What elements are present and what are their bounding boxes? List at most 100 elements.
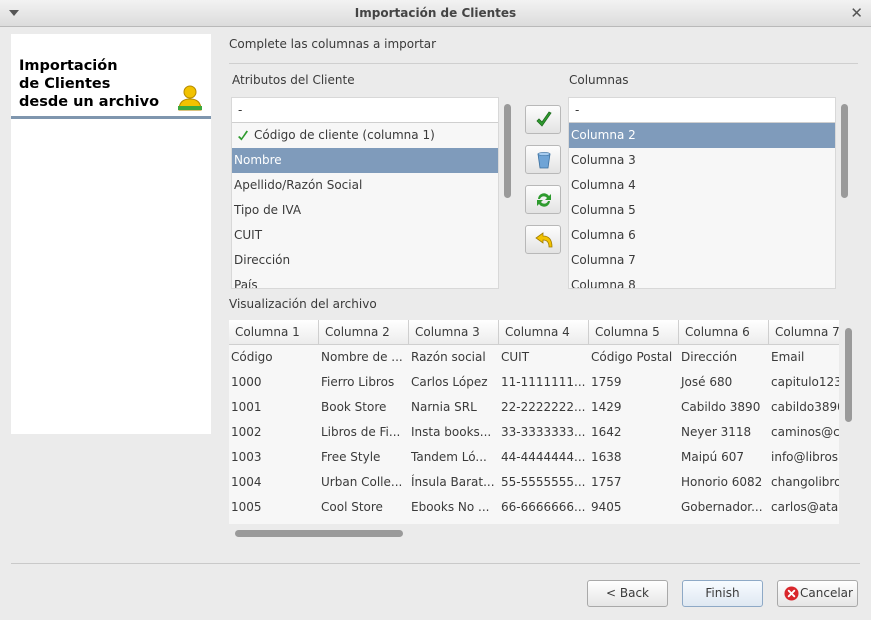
attribute-item-label: Apellido/Razón Social xyxy=(234,178,363,192)
table-cell: 1638 xyxy=(591,450,622,464)
side-panel-separator xyxy=(11,116,211,119)
column-item[interactable]: Columna 2 xyxy=(569,123,835,148)
mapped-check-icon xyxy=(238,130,248,140)
columns-list[interactable]: - Columna 2 Columna 3 Columna 4 Columna 5 Co… xyxy=(568,97,836,289)
attribute-item-label: CUIT xyxy=(234,228,263,242)
table-cell: CUIT xyxy=(501,350,530,364)
undo-button[interactable] xyxy=(525,225,561,254)
column-item[interactable]: Columna 3 xyxy=(569,148,835,173)
table-cell: 44-4444444... xyxy=(501,450,586,464)
table-cell: Cool Store xyxy=(321,500,383,514)
column-item[interactable]: Columna 4 xyxy=(569,173,835,198)
columns-scrollbar[interactable] xyxy=(841,104,848,198)
table-cell: 1757 xyxy=(591,475,622,489)
user-icon xyxy=(178,85,202,111)
table-cell: Nombre de ... xyxy=(321,350,403,364)
table-row: 1002 Libros de Fi... Insta books... 33-3333… xyxy=(229,420,839,445)
table-cell: Maipú 607 xyxy=(681,450,744,464)
table-row: 1004 Urban Colle... Ínsula Barat... 55-5555… xyxy=(229,470,839,495)
columns-label: Columnas xyxy=(569,73,629,87)
preview-table[interactable]: Columna 1 Columna 2 Columna 3 Columna 4 Colu… xyxy=(229,320,839,524)
column-item[interactable]: Columna 7 xyxy=(569,248,835,273)
attribute-item[interactable]: Nombre xyxy=(232,148,498,173)
table-cell: José 680 xyxy=(681,375,733,389)
attribute-item-label: Tipo de IVA xyxy=(234,203,302,217)
column-item[interactable]: Columna 5 xyxy=(569,198,835,223)
attribute-item[interactable]: Apellido/Razón Social xyxy=(232,173,498,198)
window-title: Importación de Clientes xyxy=(354,6,517,20)
attribute-item[interactable]: CUIT xyxy=(232,223,498,248)
column-header[interactable]: Columna 7 xyxy=(769,320,839,344)
table-cell: Tandem Ló... xyxy=(411,450,487,464)
table-cell: 1759 xyxy=(591,375,622,389)
table-cell: 1000 xyxy=(231,375,262,389)
table-cell: Urban Colle... xyxy=(321,475,403,489)
table-cell: Email xyxy=(771,350,805,364)
column-item[interactable]: Columna 8 xyxy=(569,273,835,288)
attribute-item[interactable]: Tipo de IVA xyxy=(232,198,498,223)
column-header[interactable]: Columna 6 xyxy=(679,320,769,344)
table-cell: Razón social xyxy=(411,350,486,364)
table-cell: info@libros. xyxy=(771,450,839,464)
table-cell: Fierro Libros xyxy=(321,375,395,389)
table-cell: caminos@c xyxy=(771,425,839,439)
preview-label: Visualización del archivo xyxy=(229,297,377,311)
divider xyxy=(229,63,858,64)
column-header[interactable]: Columna 2 xyxy=(319,320,409,344)
trash-icon xyxy=(537,152,551,169)
table-cell: 1003 xyxy=(231,450,262,464)
table-row: Código Nombre de ... Razón social CUIT Códig… xyxy=(229,345,839,370)
table-cell: Insta books... xyxy=(411,425,492,439)
wizard-heading-line: Importación xyxy=(19,58,118,74)
wizard-heading-line: de Clientes xyxy=(19,76,111,92)
attribute-item[interactable]: Código de cliente (columna 1) xyxy=(232,123,498,148)
table-cell: Neyer 3118 xyxy=(681,425,752,439)
table-cell: cabildo3890 xyxy=(771,400,839,414)
column-header[interactable]: Columna 4 xyxy=(499,320,589,344)
wizard-heading: Importación de Clientes desde un archivo xyxy=(19,57,179,111)
attribute-item[interactable]: País xyxy=(232,273,498,289)
back-button[interactable]: < Back xyxy=(587,580,668,607)
column-header[interactable]: Columna 1 xyxy=(229,320,319,344)
reset-button[interactable] xyxy=(525,185,561,214)
wizard-side-panel: Importación de Clientes desde un archivo xyxy=(11,34,211,434)
table-cell: Dirección xyxy=(681,350,738,364)
attribute-item-label: País xyxy=(234,278,258,289)
finish-button[interactable]: Finish xyxy=(682,580,763,607)
assign-button[interactable] xyxy=(525,105,561,134)
attributes-list[interactable]: - Código de cliente (columna 1) Nombre Ape… xyxy=(231,97,499,289)
table-cell: Gobernador... xyxy=(681,500,763,514)
close-icon[interactable]: ✕ xyxy=(850,4,863,22)
table-row: 1005 Cool Store Ebooks No ... 66-6666666...… xyxy=(229,495,839,520)
table-cell: Libros de Fi... xyxy=(321,425,401,439)
table-cell: Carlos López xyxy=(411,375,488,389)
attribute-item-label: Nombre xyxy=(234,153,282,167)
attribute-item[interactable]: Dirección xyxy=(232,248,498,273)
columns-list-header: - xyxy=(569,98,835,123)
table-cell: carlos@ata xyxy=(771,500,839,514)
title-bar: Importación de Clientes ✕ xyxy=(0,0,871,27)
table-cell: Narnia SRL xyxy=(411,400,477,414)
preview-horizontal-scrollbar[interactable] xyxy=(235,530,403,537)
table-cell: 1004 xyxy=(231,475,262,489)
column-header[interactable]: Columna 5 xyxy=(589,320,679,344)
column-item[interactable]: Columna 6 xyxy=(569,223,835,248)
table-cell: capitulo123 xyxy=(771,375,839,389)
table-cell: Cabildo 3890 xyxy=(681,400,761,414)
table-cell: Ínsula Barat... xyxy=(411,475,495,489)
table-cell: Código Postal xyxy=(591,350,673,364)
attributes-label: Atributos del Cliente xyxy=(232,73,355,87)
table-cell: 33-3333333... xyxy=(501,425,586,439)
table-cell: 55-5555555... xyxy=(501,475,586,489)
column-header[interactable]: Columna 3 xyxy=(409,320,499,344)
attributes-scrollbar[interactable] xyxy=(504,104,511,198)
undo-icon xyxy=(535,232,553,248)
table-row: 1003 Free Style Tandem Ló... 44-4444444... 1… xyxy=(229,445,839,470)
remove-button[interactable] xyxy=(525,145,561,174)
attribute-item-label: Dirección xyxy=(234,253,291,267)
table-cell: Honorio 6082 xyxy=(681,475,763,489)
preview-vertical-scrollbar[interactable] xyxy=(845,328,852,422)
table-cell: changolibro xyxy=(771,475,839,489)
table-cell: 1642 xyxy=(591,425,622,439)
cancel-button[interactable]: Cancelar xyxy=(777,580,858,607)
